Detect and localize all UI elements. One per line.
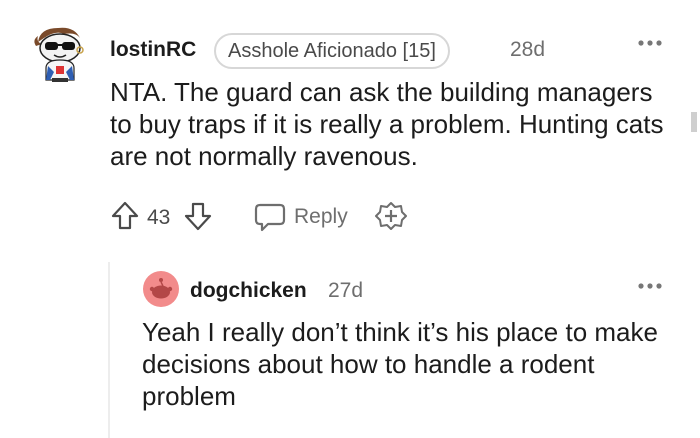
thread-line: [108, 262, 110, 438]
reply-age: 27d: [328, 279, 364, 302]
reply-label: Reply: [294, 205, 348, 228]
comment-username[interactable]: lostinRC: [110, 38, 196, 62]
downvote-arrow-icon[interactable]: [183, 200, 213, 232]
vote-score: 43: [147, 206, 171, 229]
upvote-arrow-icon[interactable]: [110, 200, 140, 232]
more-options-icon[interactable]: [636, 276, 666, 301]
comment-body: NTA. The guard can ask the building mana…: [110, 77, 664, 171]
scrollbar-thumb[interactable]: [691, 112, 697, 132]
more-options-icon[interactable]: [636, 33, 666, 58]
user-avatar[interactable]: [30, 22, 92, 84]
reply-avatar[interactable]: [142, 270, 180, 308]
reply-body: Yeah I really don’t think it’s his place…: [142, 317, 658, 411]
award-plus-icon[interactable]: [374, 201, 408, 233]
speech-bubble-icon: [254, 203, 286, 232]
comment-age: 28d: [510, 38, 546, 61]
reply-username[interactable]: dogchicken: [190, 279, 307, 303]
user-flair: Asshole Aficionado [15]: [214, 33, 450, 69]
